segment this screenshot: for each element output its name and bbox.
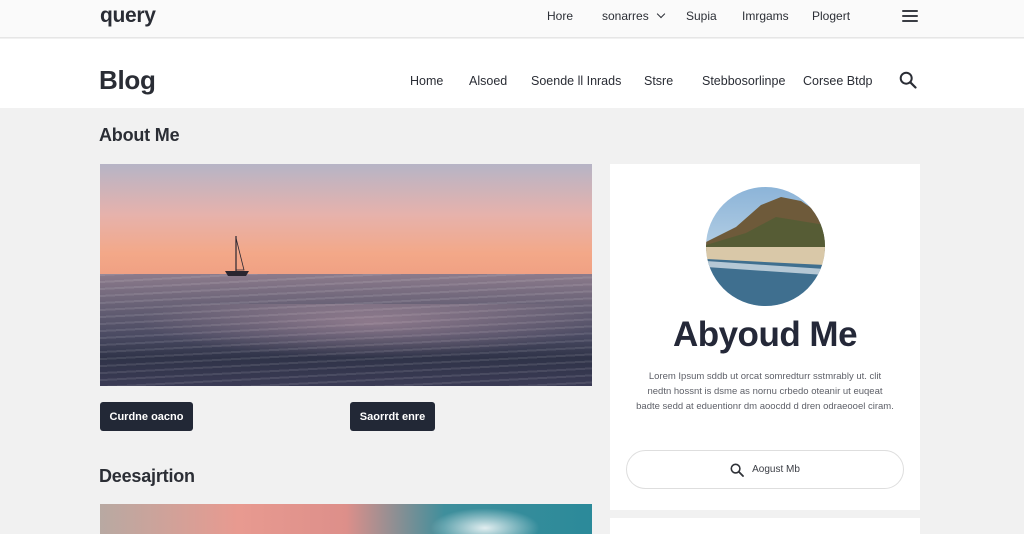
blog-nav-item-3[interactable]: Soende ll Inrads (531, 74, 621, 88)
blog-nav-item-store[interactable]: Stsre (644, 74, 673, 88)
chevron-down-icon (656, 9, 665, 19)
search-icon (730, 462, 744, 477)
hero-image-sunset-sea (100, 164, 592, 386)
top-nav-item-home[interactable]: Hore (547, 9, 573, 23)
blog-header: Blog Home Alsoed Soende ll Inrads Stsre … (0, 39, 1024, 108)
top-bar: query Hore sonarres Supia Imrgams Ploger… (0, 0, 1024, 38)
blog-nav-item-6[interactable]: Corsee Btdp (803, 74, 872, 88)
blog-nav-item-home[interactable]: Home (410, 74, 443, 88)
card-search-label: Aogust Mb (752, 464, 800, 475)
description-image (100, 504, 592, 534)
secondary-action-button[interactable]: Saorrdt enre (350, 402, 435, 431)
avatar (706, 187, 825, 306)
blog-title[interactable]: Blog (99, 65, 156, 96)
about-heading: About Me (99, 125, 180, 145)
description-heading: Deesajrtion (99, 466, 195, 486)
card-title: Abyoud Me (672, 315, 858, 354)
card-search-button[interactable]: Aogust Mb (626, 450, 904, 489)
top-nav-item-5[interactable]: Plogert (812, 9, 850, 23)
search-icon[interactable] (899, 71, 917, 89)
top-nav-item-4[interactable]: Imrgams (742, 9, 789, 23)
card-text: Lorem Ipsum sddb ut orcat somredturr sst… (636, 371, 894, 412)
sailboat-icon (225, 236, 249, 276)
hamburger-icon[interactable] (902, 10, 918, 22)
blog-nav-item-2[interactable]: Alsoed (469, 74, 507, 88)
about-card: Abyoud Me Lorem Ipsum sddb ut orcat somr… (610, 164, 920, 510)
top-nav-item-3[interactable]: Supia (686, 9, 717, 23)
site-logo[interactable]: query (100, 4, 156, 28)
top-nav-item-dropdown[interactable]: sonarres (602, 9, 665, 23)
primary-action-button[interactable]: Curdne oacno (100, 402, 193, 431)
secondary-card (610, 518, 920, 534)
top-nav-item-dropdown-label: sonarres (602, 9, 649, 23)
blog-nav-item-5[interactable]: Stebbosorlinpe (702, 74, 785, 88)
